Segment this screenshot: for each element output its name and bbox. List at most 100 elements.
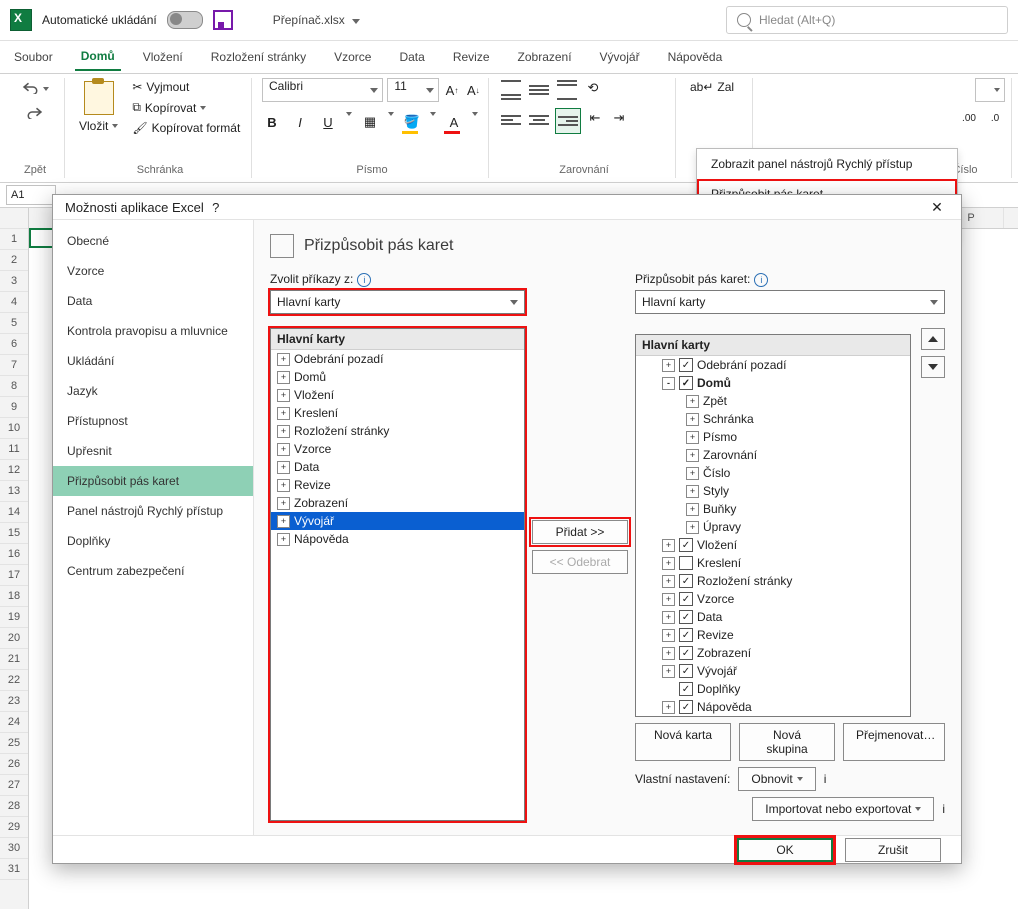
info-icon[interactable]: i — [824, 772, 827, 786]
row-header[interactable]: 5 — [0, 313, 28, 334]
ribbon-tab-revize[interactable]: Revize — [447, 44, 496, 70]
tree-item[interactable]: +Zpět — [636, 392, 910, 410]
paste-icon[interactable] — [84, 81, 114, 115]
row-header[interactable]: 20 — [0, 628, 28, 649]
orientation-button[interactable]: ⟲ — [583, 78, 603, 98]
customize-ribbon-combo[interactable]: Hlavní karty — [635, 290, 945, 314]
row-header[interactable]: 12 — [0, 460, 28, 481]
list-item[interactable]: +Data — [271, 458, 524, 476]
expander-icon[interactable]: + — [662, 359, 675, 372]
checkbox[interactable]: ✓ — [679, 592, 693, 606]
dialog-help-button[interactable]: ? — [204, 200, 228, 215]
remove-button[interactable]: << Odebrat — [532, 550, 628, 574]
list-item[interactable]: +Rozložení stránky — [271, 422, 524, 440]
align-top-button[interactable] — [499, 78, 523, 102]
expander-icon[interactable]: + — [686, 467, 699, 480]
dialog-nav-item[interactable]: Ukládání — [53, 346, 253, 376]
tree-item[interactable]: +✓Vývojář — [636, 662, 910, 680]
expander-icon[interactable]: + — [277, 389, 290, 402]
checkbox[interactable]: ✓ — [679, 358, 693, 372]
row-header[interactable]: 23 — [0, 691, 28, 712]
row-header[interactable]: 28 — [0, 796, 28, 817]
tree-item[interactable]: +✓Data — [636, 608, 910, 626]
row-header[interactable]: 9 — [0, 397, 28, 418]
info-icon[interactable]: i — [754, 273, 768, 287]
row-header[interactable]: 13 — [0, 481, 28, 502]
tree-item[interactable]: +Schránka — [636, 410, 910, 428]
dialog-nav-item[interactable]: Upřesnit — [53, 436, 253, 466]
rename-button[interactable]: Přejmenovat… — [843, 723, 945, 761]
italic-button[interactable]: I — [290, 112, 310, 132]
new-group-button[interactable]: Nová skupina — [739, 723, 835, 761]
row-header[interactable]: 15 — [0, 523, 28, 544]
tree-item[interactable]: +✓Vložení — [636, 536, 910, 554]
autosave-toggle[interactable] — [167, 11, 203, 29]
expander-icon[interactable]: + — [662, 539, 675, 552]
number-format-select[interactable] — [975, 78, 1005, 102]
expander-icon[interactable]: + — [277, 425, 290, 438]
paste-button[interactable]: Vložit — [75, 117, 122, 135]
row-header[interactable]: 10 — [0, 418, 28, 439]
dialog-nav-item[interactable]: Přizpůsobit pás karet — [53, 466, 253, 496]
ribbon-tab-rozložení-stránky[interactable]: Rozložení stránky — [205, 44, 312, 70]
cancel-button[interactable]: Zrušit — [845, 838, 941, 862]
expander-icon[interactable]: + — [662, 575, 675, 588]
expander-icon[interactable]: + — [662, 665, 675, 678]
ribbon-tab-vzorce[interactable]: Vzorce — [328, 44, 377, 70]
tree-item[interactable]: -✓Domů — [636, 374, 910, 392]
expander-icon[interactable]: - — [662, 377, 675, 390]
row-header[interactable]: 31 — [0, 859, 28, 880]
tree-item[interactable]: +Buňky — [636, 500, 910, 518]
row-header[interactable]: 4 — [0, 292, 28, 313]
tree-item[interactable]: +Styly — [636, 482, 910, 500]
dialog-nav-item[interactable]: Centrum zabezpečení — [53, 556, 253, 586]
expander-icon[interactable]: + — [662, 593, 675, 606]
move-down-button[interactable] — [921, 356, 945, 378]
decrease-decimal-button[interactable]: .0 — [985, 108, 1005, 128]
ribbon-tab-vložení[interactable]: Vložení — [137, 44, 189, 70]
checkbox[interactable]: ✓ — [679, 646, 693, 660]
add-button[interactable]: Přidat >> — [532, 520, 628, 544]
expander-icon[interactable]: + — [277, 479, 290, 492]
list-item[interactable]: +Vzorce — [271, 440, 524, 458]
redo-button[interactable] — [22, 103, 48, 124]
increase-indent-button[interactable]: ⇥ — [609, 108, 629, 128]
expander-icon[interactable]: + — [277, 371, 290, 384]
tree-item[interactable]: +✓Revize — [636, 626, 910, 644]
row-header[interactable]: 21 — [0, 649, 28, 670]
expander-icon[interactable]: + — [277, 515, 290, 528]
row-header[interactable]: 26 — [0, 754, 28, 775]
font-size-select[interactable]: 11 — [387, 78, 439, 102]
checkbox[interactable]: ✓ — [679, 682, 693, 696]
expander-icon[interactable]: + — [662, 629, 675, 642]
copy-button[interactable]: ⧉Kopírovat — [128, 98, 244, 117]
tree-item[interactable]: +Písmo — [636, 428, 910, 446]
cut-button[interactable]: ✂Vyjmout — [128, 78, 244, 96]
row-header[interactable]: 22 — [0, 670, 28, 691]
dialog-nav-item[interactable]: Kontrola pravopisu a mluvnice — [53, 316, 253, 346]
tree-item[interactable]: +Kreslení — [636, 554, 910, 572]
checkbox[interactable] — [679, 556, 693, 570]
row-header[interactable]: 25 — [0, 733, 28, 754]
expander-icon[interactable]: + — [686, 485, 699, 498]
row-header[interactable]: 1 — [0, 229, 28, 250]
list-item[interactable]: +Zobrazení — [271, 494, 524, 512]
list-item[interactable]: +Kreslení — [271, 404, 524, 422]
underline-button[interactable]: U — [318, 112, 338, 132]
checkbox[interactable]: ✓ — [679, 574, 693, 588]
increase-decimal-button[interactable]: .00 — [959, 108, 979, 128]
tree-item[interactable]: ✓Doplňky — [636, 680, 910, 698]
align-left-button[interactable] — [499, 108, 523, 132]
ribbon-tab-data[interactable]: Data — [393, 44, 430, 70]
list-item[interactable]: +Revize — [271, 476, 524, 494]
bold-button[interactable]: B — [262, 112, 282, 132]
increase-font-button[interactable]: A↑ — [443, 80, 460, 100]
row-header[interactable]: 18 — [0, 586, 28, 607]
format-painter-button[interactable]: 🖌Kopírovat formát — [128, 119, 244, 137]
row-header[interactable]: 3 — [0, 271, 28, 292]
font-color-button[interactable]: A — [444, 112, 464, 132]
checkbox[interactable]: ✓ — [679, 610, 693, 624]
tree-item[interactable]: +✓Nápověda — [636, 698, 910, 716]
dialog-nav-item[interactable]: Obecné — [53, 226, 253, 256]
info-icon[interactable]: i — [942, 802, 945, 816]
